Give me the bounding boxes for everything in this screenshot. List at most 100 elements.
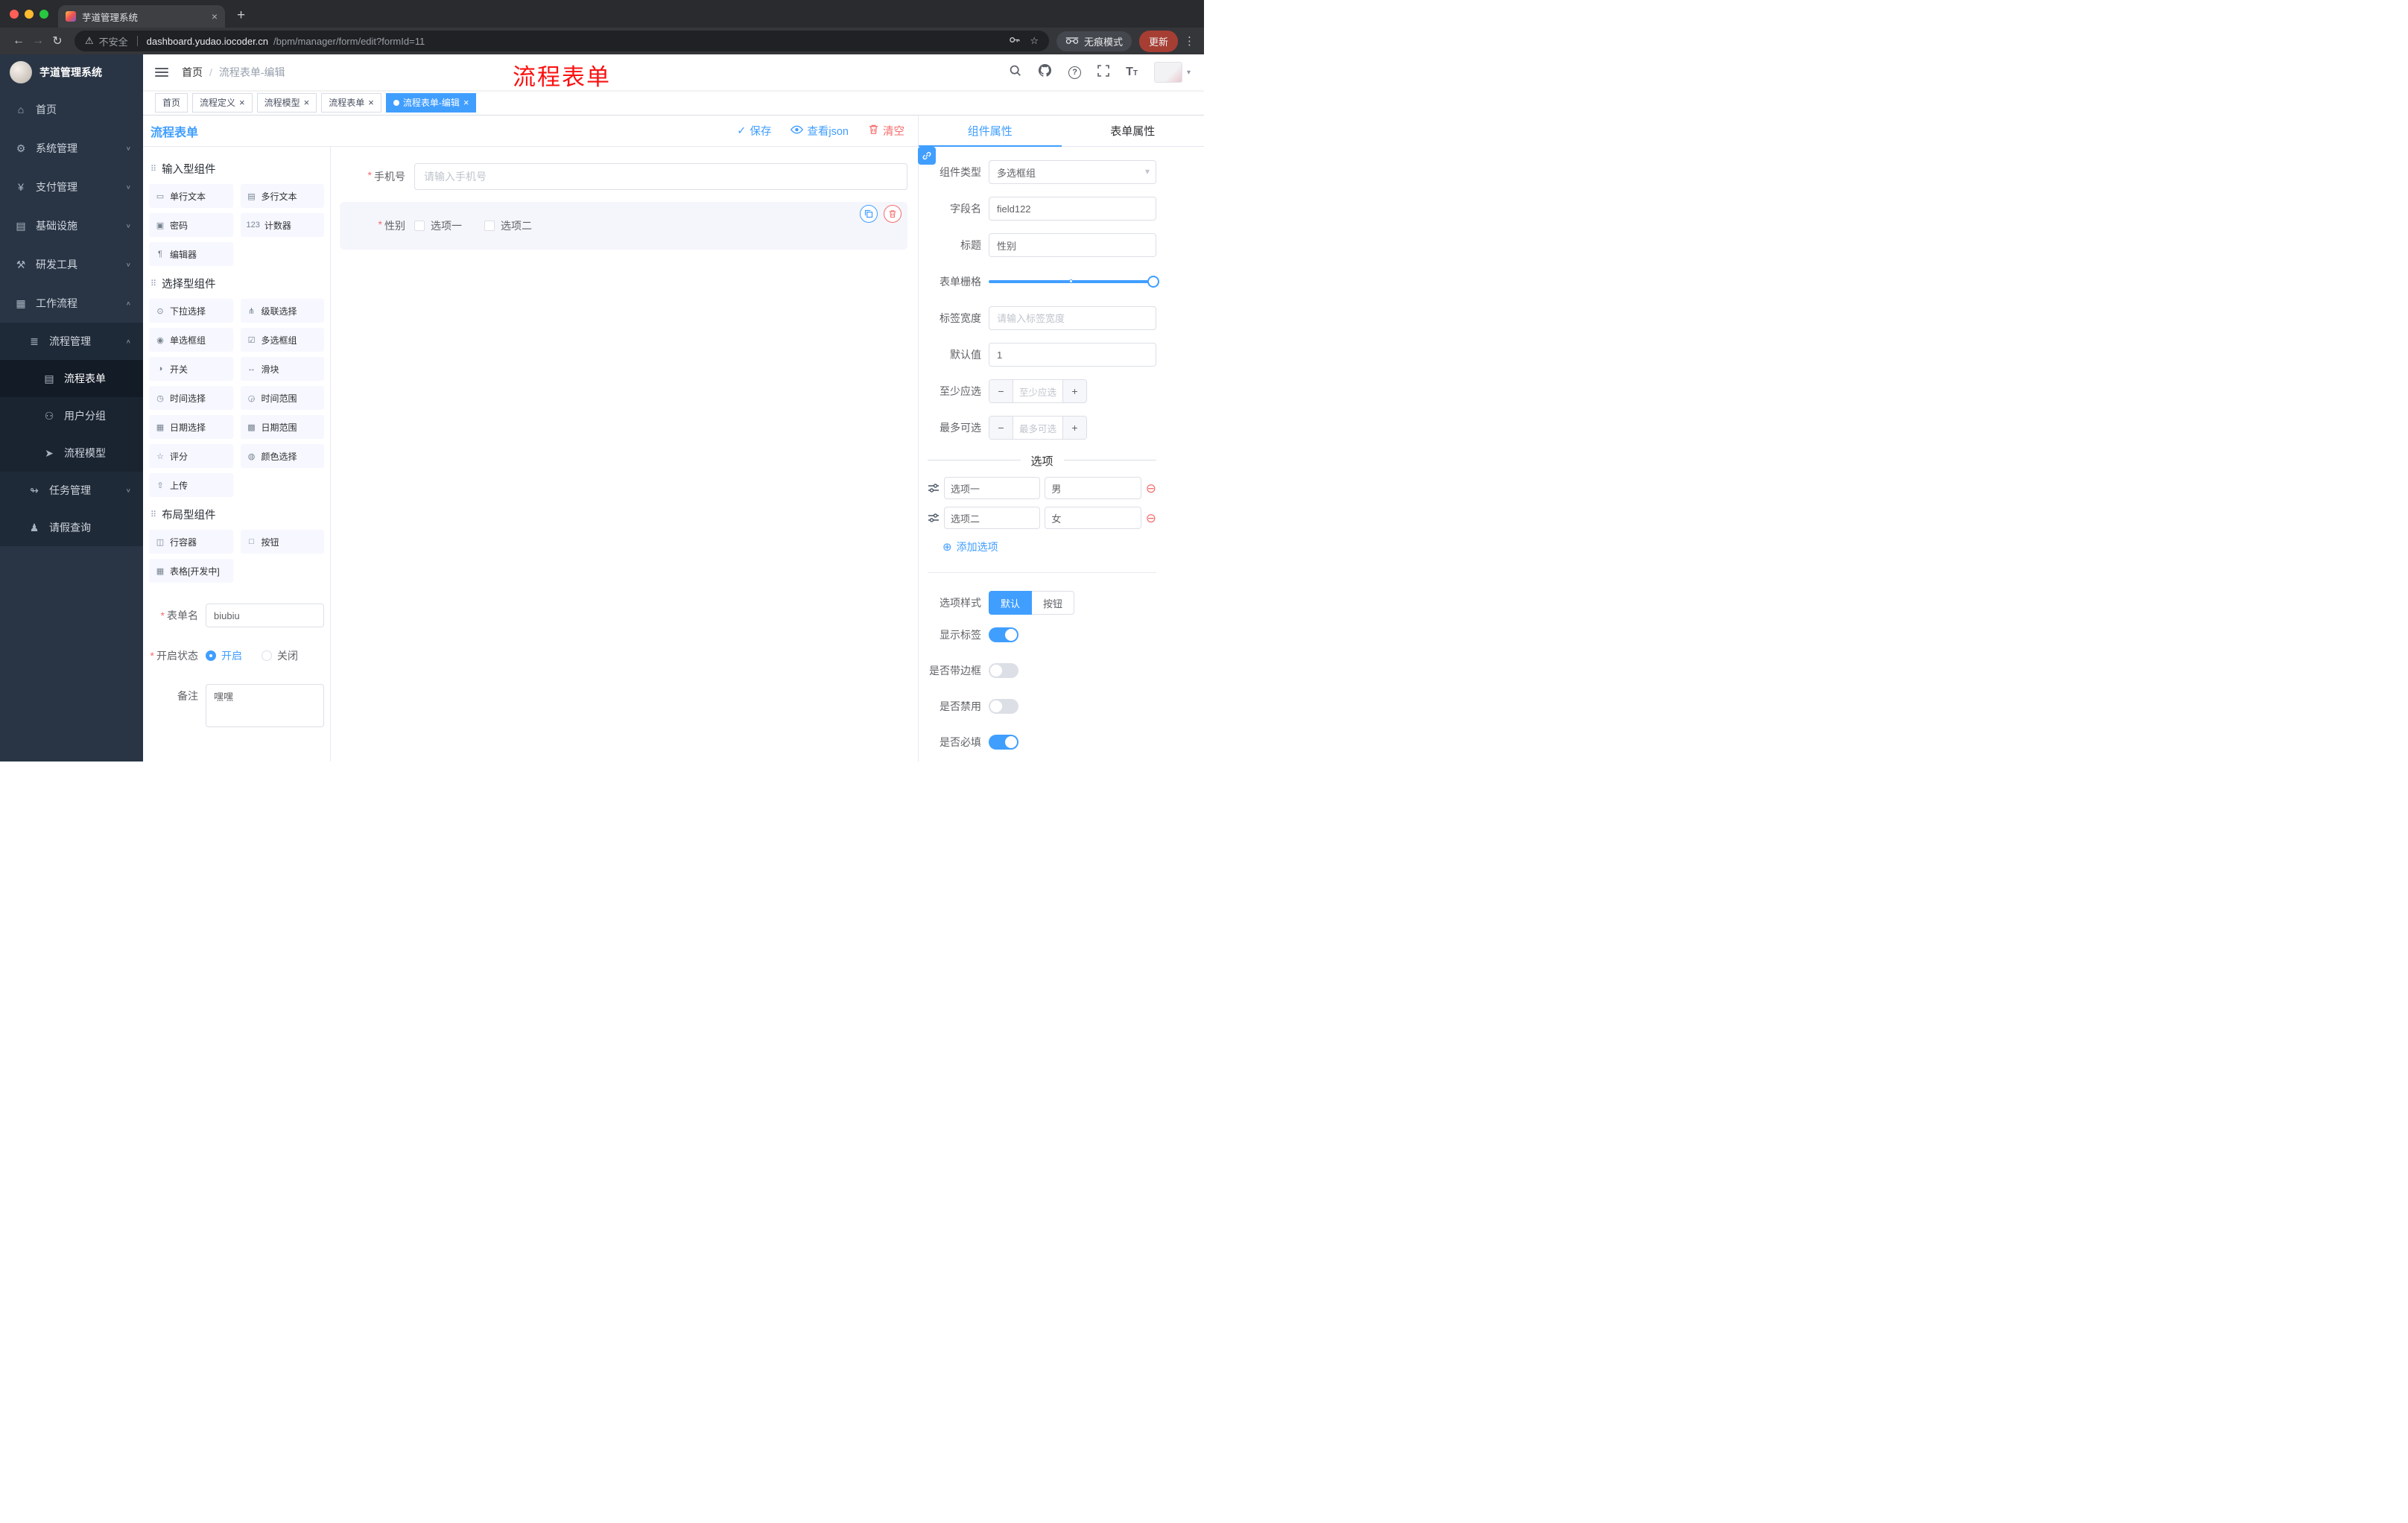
tag-close-icon[interactable]: × [463, 98, 469, 107]
min-select-stepper[interactable]: − 至少应选 + [989, 379, 1087, 403]
forward-button[interactable]: → [28, 34, 48, 48]
user-avatar[interactable] [1153, 62, 1182, 83]
browser-update-button[interactable]: 更新 [1138, 30, 1178, 52]
add-option-button[interactable]: ⊕ 添加选项 [942, 539, 1156, 554]
remark-textarea[interactable] [206, 684, 324, 727]
delete-component-button[interactable] [884, 205, 902, 223]
address-bar[interactable]: ⚠ 不安全 dashboard.yudao.iocoder.cn/bpm/man… [75, 31, 1049, 51]
tab-home[interactable]: 首页 [155, 92, 188, 113]
stepper-increase-button[interactable]: + [1062, 380, 1086, 402]
sidebar-item-user-group[interactable]: ⚇ 用户分组 [0, 397, 143, 434]
breadcrumb-home[interactable]: 首页 [182, 65, 203, 80]
form-name-input[interactable] [206, 604, 324, 627]
browser-menu-button[interactable]: ⋮ [1184, 34, 1195, 48]
option-name-input[interactable] [944, 507, 1041, 529]
component-type-value[interactable] [989, 160, 1156, 184]
sidebar-item-process-form[interactable]: ▤ 流程表单 [0, 360, 143, 397]
chip-table[interactable]: ▦ 表格[开发中] [149, 559, 233, 583]
sidebar-item-process-model[interactable]: ➤ 流程模型 [0, 434, 143, 472]
sidebar-logo[interactable]: 芋道管理系统 [0, 54, 143, 90]
gender-option-1-checkbox[interactable]: 选项一 [414, 218, 462, 233]
chip-select[interactable]: ⊙ 下拉选择 [149, 299, 233, 323]
sidebar-item-process-mgmt[interactable]: ≣ 流程管理 ∧ [0, 323, 143, 360]
chip-color-picker[interactable]: ◍ 颜色选择 [240, 444, 324, 468]
save-button[interactable]: ✓ 保存 [737, 123, 771, 139]
option-name-input[interactable] [944, 477, 1041, 499]
field-name-input[interactable] [989, 197, 1156, 221]
chip-time-range[interactable]: ◶ 时间范围 [240, 386, 324, 410]
label-width-input[interactable] [989, 306, 1156, 330]
window-zoom-button[interactable] [39, 10, 48, 19]
max-select-placeholder[interactable]: 最多可选 [1013, 417, 1062, 439]
status-radio-on[interactable]: 开启 [206, 648, 242, 663]
chip-radio-group[interactable]: ◉ 单选框组 [149, 328, 233, 352]
tab-close-icon[interactable]: × [212, 10, 218, 22]
sidebar-item-infrastructure[interactable]: ▤ 基础设施 ∨ [0, 206, 143, 245]
chip-counter[interactable]: 123 计数器 [240, 213, 324, 237]
phone-input[interactable] [414, 163, 907, 190]
stepper-increase-button[interactable]: + [1062, 417, 1086, 439]
stepper-decrease-button[interactable]: − [989, 417, 1013, 439]
chip-row-container[interactable]: ◫ 行容器 [149, 530, 233, 554]
sidebar-item-payment[interactable]: ¥ 支付管理 ∨ [0, 168, 143, 206]
copy-component-button[interactable] [860, 205, 878, 223]
new-tab-button[interactable]: + [237, 8, 245, 22]
style-default-button[interactable]: 默认 [989, 591, 1033, 615]
chip-textarea[interactable]: ▤ 多行文本 [240, 184, 324, 208]
window-close-button[interactable] [10, 10, 19, 19]
style-button-button[interactable]: 按钮 [1032, 591, 1075, 615]
password-key-icon[interactable] [1009, 34, 1020, 48]
chip-date-range[interactable]: ▩ 日期范围 [240, 415, 324, 439]
tab-process-form[interactable]: 流程表单 × [321, 92, 381, 113]
chip-slider[interactable]: ↔ 滑块 [240, 357, 324, 381]
show-label-switch[interactable] [989, 627, 1018, 642]
chip-rate[interactable]: ☆ 评分 [149, 444, 233, 468]
option-value-input[interactable] [1045, 507, 1141, 529]
github-icon[interactable] [1038, 63, 1052, 81]
stepper-decrease-button[interactable]: − [989, 380, 1013, 402]
form-canvas[interactable]: * 手机号 请输入手机号 * 性别 选项一 选项二 [331, 147, 918, 762]
chip-cascader[interactable]: ⋔ 级联选择 [240, 299, 324, 323]
help-icon[interactable]: ? [1068, 66, 1082, 79]
drag-handle-icon[interactable] [928, 483, 940, 493]
required-switch[interactable] [989, 735, 1018, 750]
component-type-select[interactable]: ▾ [989, 160, 1156, 184]
gender-field-row-selected[interactable]: * 性别 选项一 选项二 [340, 202, 907, 250]
hamburger-icon[interactable] [155, 68, 168, 77]
tab-process-model[interactable]: 流程模型 × [256, 92, 317, 113]
slider-handle[interactable] [1147, 276, 1159, 288]
fullscreen-icon[interactable] [1097, 64, 1109, 80]
chip-single-line-text[interactable]: ▭ 单行文本 [149, 184, 233, 208]
gender-option-2-checkbox[interactable]: 选项二 [484, 218, 532, 233]
sidebar-item-workflow[interactable]: ▦ 工作流程 ∧ [0, 284, 143, 323]
search-icon[interactable] [1009, 64, 1021, 80]
tag-close-icon[interactable]: × [239, 98, 245, 107]
sidebar-item-leave-query[interactable]: ♟ 请假查询 [0, 509, 143, 546]
default-value-input[interactable] [989, 343, 1156, 367]
chip-date-picker[interactable]: ▦ 日期选择 [149, 415, 233, 439]
security-warning-label[interactable]: 不安全 [99, 34, 128, 48]
remove-option-icon[interactable]: ⊖ [1146, 482, 1156, 495]
min-select-placeholder[interactable]: 至少应选 [1013, 380, 1062, 402]
tab-process-form-edit[interactable]: 流程表单-编辑 × [385, 92, 477, 113]
sidebar-item-system[interactable]: ⚙ 系统管理 ∨ [0, 129, 143, 168]
font-size-icon[interactable]: TT [1126, 66, 1138, 79]
drag-handle-icon[interactable] [928, 513, 940, 523]
tag-close-icon[interactable]: × [368, 98, 374, 107]
phone-field-row[interactable]: * 手机号 [340, 163, 907, 190]
sidebar-item-home[interactable]: ⌂ 首页 [0, 90, 143, 129]
chip-password[interactable]: ▣ 密码 [149, 213, 233, 237]
chip-switch[interactable]: ◑ 开关 [149, 357, 233, 381]
tab-process-definition[interactable]: 流程定义 × [192, 92, 253, 113]
back-button[interactable]: ← [9, 34, 28, 48]
clear-button[interactable]: 清空 [868, 123, 904, 139]
reload-button[interactable]: ↻ [48, 34, 67, 48]
window-minimize-button[interactable] [25, 10, 34, 19]
form-grid-slider[interactable] [989, 270, 1159, 294]
border-switch[interactable] [989, 663, 1018, 678]
browser-tab[interactable]: 芋道管理系统 × [58, 5, 225, 28]
user-menu[interactable]: ▾ [1153, 62, 1191, 83]
view-json-button[interactable]: 查看json [790, 123, 849, 139]
tag-close-icon[interactable]: × [304, 98, 310, 107]
chip-editor[interactable]: ¶ 编辑器 [149, 242, 233, 266]
